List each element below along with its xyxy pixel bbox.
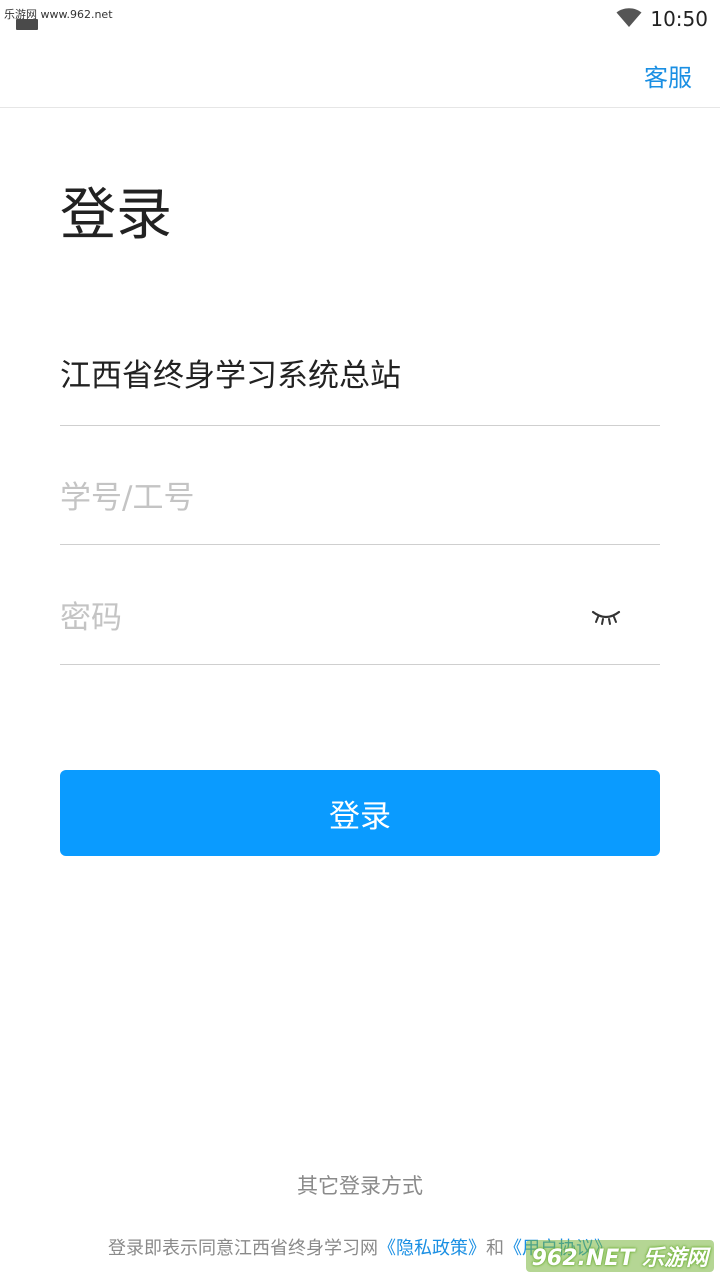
- page-title: 登录: [60, 183, 172, 248]
- wifi-icon: [616, 8, 642, 27]
- agreement-prefix: 登录即表示同意江西省终身学习网: [108, 1238, 378, 1259]
- login-button[interactable]: 登录: [60, 770, 660, 856]
- login-button-label: 登录: [329, 798, 391, 834]
- account-field: [60, 465, 660, 545]
- status-time: 10:50: [650, 7, 708, 31]
- notification-icon: [16, 19, 38, 30]
- password-field: [60, 585, 660, 665]
- organization-field[interactable]: 江西省终身学习系统总站: [60, 346, 660, 426]
- account-input[interactable]: [60, 480, 560, 516]
- agreement-and: 和: [486, 1238, 504, 1259]
- status-bar: 乐游网 www.962.net 10:50: [0, 0, 720, 36]
- password-input[interactable]: [60, 600, 560, 636]
- eye-closed-icon[interactable]: [590, 608, 622, 626]
- organization-name: 江西省终身学习系统总站: [60, 358, 401, 394]
- watermark-logo: 962.NET 乐游网: [525, 1240, 714, 1272]
- login-screen: 乐游网 www.962.net 10:50 客服 登录 江西省终身学习系统总站 …: [0, 0, 720, 1280]
- other-login-link[interactable]: 其它登录方式: [0, 1170, 720, 1200]
- customer-service-link[interactable]: 客服: [644, 58, 692, 93]
- privacy-policy-link[interactable]: 《隐私政策》: [378, 1238, 486, 1259]
- app-bar: 客服: [0, 36, 720, 108]
